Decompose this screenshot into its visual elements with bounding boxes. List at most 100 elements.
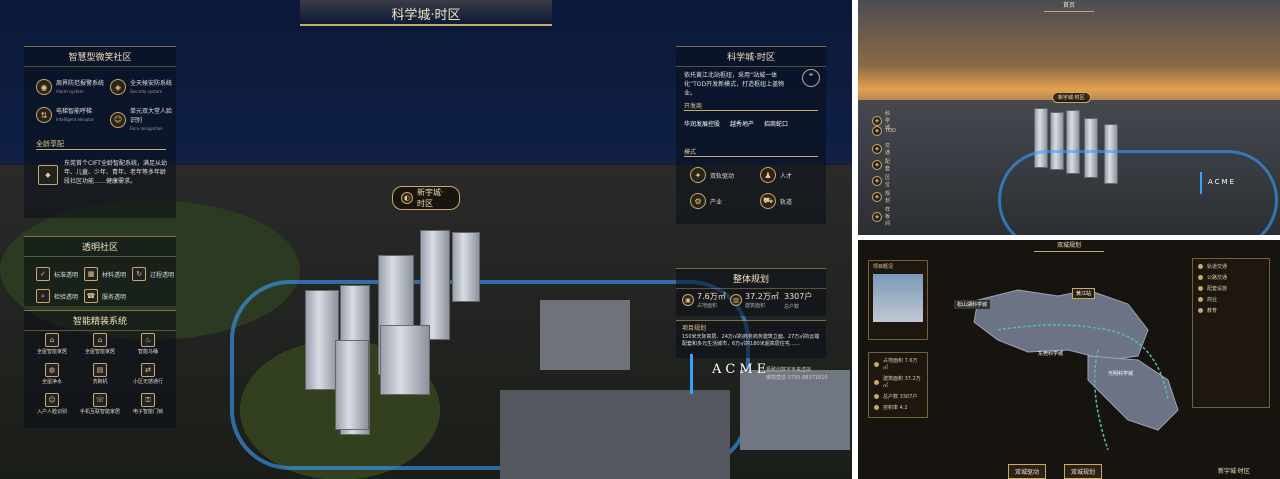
transparent-item[interactable]: ☎ 服务透明: [84, 289, 126, 303]
menu-label: 规划: [885, 191, 891, 204]
dot-icon: [1198, 297, 1203, 302]
compass-icon[interactable]: ⌖: [802, 69, 820, 87]
logo-icon: ◐: [401, 192, 413, 204]
brand-bar: [1200, 172, 1202, 194]
item-label: 洗碗机: [92, 379, 108, 385]
mode-item[interactable]: ⚙ 产业: [690, 193, 722, 209]
feature-alarm[interactable]: ◉ 周界防范报警系统 Alarm system: [36, 79, 104, 95]
transparent-item[interactable]: ↻ 过程透明: [132, 267, 174, 281]
smart-home-icon: ⌂: [45, 333, 59, 347]
talent-icon: ♟: [760, 167, 776, 183]
right-info-panel: 科学城·时区 依托黄江北站枢纽，采用“站城一体化”TOD开发新模式，打造枢纽上盖…: [676, 46, 826, 224]
menu-label: 交通: [885, 143, 891, 156]
project-card: 项目概况: [868, 260, 928, 340]
side-menu-item[interactable]: ◈ 交通: [872, 142, 890, 156]
smart-home-item[interactable]: ⌂ 全屋智能家居: [30, 333, 74, 355]
mode-item[interactable]: ♟ 人才: [760, 167, 792, 183]
info-row[interactable]: 轨道交通: [1198, 263, 1264, 270]
map-label[interactable]: 东莞科学城: [1038, 350, 1063, 357]
item-label: 过程透明: [150, 271, 175, 279]
stat-label: 占地面积: [697, 303, 718, 309]
shield-icon: ◈: [110, 79, 126, 95]
feature-security[interactable]: ◈ 全天候安防系统 Security system: [110, 79, 172, 95]
row-text: 轨道交通: [1207, 264, 1228, 270]
area-icon: ▣: [682, 294, 694, 306]
map-label[interactable]: 光明科学城: [1108, 370, 1133, 377]
dual-plan-button[interactable]: 双城规划: [1064, 464, 1103, 479]
dot-icon: [874, 405, 879, 410]
tower: [305, 290, 339, 390]
smart-home-item[interactable]: ☺ 入户人脸识别: [30, 393, 74, 415]
panel-title: 智慧型微笑社区: [24, 47, 176, 67]
info-row[interactable]: 配套设施: [1198, 285, 1264, 292]
item-label: 手机互联智能家居: [79, 409, 120, 415]
developer-logos: 华润发展控股 越秀地产 招商蛇口: [684, 119, 788, 128]
mode-label: 人才: [780, 172, 793, 180]
panel-title: 科学城·时区: [676, 47, 826, 67]
dual-drive-button[interactable]: 双城驱动: [1008, 464, 1047, 479]
mode-item[interactable]: ✦ 双轨驱动: [690, 167, 734, 183]
row-text: 教育: [1207, 308, 1218, 314]
smart-home-icon: ⇄: [141, 363, 155, 377]
item-label: 全屋智能家居: [36, 349, 67, 355]
material-icon: ▦: [84, 267, 98, 281]
process-icon: ↻: [132, 267, 146, 281]
feature-label: 全天候安防系统: [130, 80, 173, 87]
row-text: 总户数 3307户: [883, 394, 918, 400]
age-title: 全龄享配: [36, 139, 166, 150]
project-marker[interactable]: 新宇城·时区: [1052, 92, 1091, 103]
developer-logo: 越秀地产: [730, 121, 755, 128]
info-row[interactable]: 教育: [1198, 307, 1264, 314]
side-menu-item[interactable]: ◈ TOD: [872, 126, 896, 136]
transparent-item[interactable]: ✓ 标准透明: [36, 267, 78, 281]
side-menu-item[interactable]: ◈ 样板间: [872, 206, 890, 227]
info-row[interactable]: 商业: [1198, 296, 1264, 303]
mode-item[interactable]: ⛟ 轨道: [760, 193, 792, 209]
inspect-icon: ⌕: [36, 289, 50, 303]
map-region-south: [1087, 355, 1179, 431]
transparent-item[interactable]: ▦ 材料透明: [84, 267, 126, 281]
overview-row: 占地面积 7.6万㎡: [874, 357, 922, 371]
info-row[interactable]: 公路交通: [1198, 274, 1264, 281]
smart-home-item[interactable]: ▤ 洗碗机: [78, 363, 122, 385]
smart-home-item[interactable]: ☏ 手机互联智能家居: [78, 393, 122, 415]
overview-row: 建筑面积 37.2万㎡: [874, 375, 922, 389]
transparent-item[interactable]: ⌕ 检验透明: [36, 289, 78, 303]
item-label: 智能马桶: [137, 349, 158, 355]
industry-icon: ⚙: [690, 193, 706, 209]
dot-icon: [874, 361, 879, 367]
page-title: 双城规划: [1034, 240, 1104, 252]
dot-icon: [874, 379, 879, 385]
feature-label: 电梯智能呼梯: [56, 108, 93, 115]
stat-label: 总户数: [784, 304, 800, 310]
item-label: 材料透明: [102, 271, 127, 279]
dot-icon: [874, 394, 879, 399]
item-label: 电子智能门锁: [132, 409, 163, 415]
map-label[interactable]: 黄江站: [1072, 288, 1096, 299]
menu-icon: ◈: [872, 160, 882, 170]
smart-home-icon: ⚿: [141, 393, 155, 407]
info-card: 轨道交通 公路交通 配套设施 商业 教育: [1192, 258, 1270, 408]
tower: [452, 232, 480, 302]
project-marker[interactable]: ◐ 新宇城·时区: [392, 186, 460, 210]
page-title: 首页: [1044, 0, 1094, 12]
smart-home-item[interactable]: ⚿ 电子智能门锁: [126, 393, 170, 415]
smart-home-panel: 智能精装系统 ⌂ 全屋智能家居 ⌂ 全屋智能家居 ♨ 智能马桶 ◍ 全屋净水 ▤ 洗碗机 ⇄ 小区无感…: [24, 310, 176, 428]
tower: [380, 325, 430, 395]
brand-logo: ACME: [1208, 178, 1237, 186]
feature-face[interactable]: ☺ 单元双大堂人脸识别 Face recognition: [110, 107, 174, 132]
side-menu-item[interactable]: ◈ 区位: [872, 174, 890, 188]
feature-elevator[interactable]: ⇅ 电梯智能呼梯 Intelligent elevator: [36, 107, 94, 123]
smart-home-item[interactable]: ⌂ 全屋智能家居: [78, 333, 122, 355]
mode-label: 双轨驱动: [710, 172, 735, 180]
dot-icon: [1198, 275, 1203, 280]
panel-title: 整体规划: [676, 269, 826, 289]
smart-home-item[interactable]: ◍ 全屋净水: [30, 363, 74, 385]
side-menu-item[interactable]: ◈ 规划: [872, 190, 890, 204]
map-label[interactable]: 松山湖科学城: [954, 300, 991, 309]
side-menu-item[interactable]: ◈ 配套: [872, 158, 890, 172]
item-label: 标准透明: [54, 271, 79, 279]
smart-home-item[interactable]: ♨ 智能马桶: [126, 333, 170, 355]
menu-icon: ◈: [872, 176, 882, 186]
smart-home-item[interactable]: ⇄ 小区无感通行: [126, 363, 170, 385]
